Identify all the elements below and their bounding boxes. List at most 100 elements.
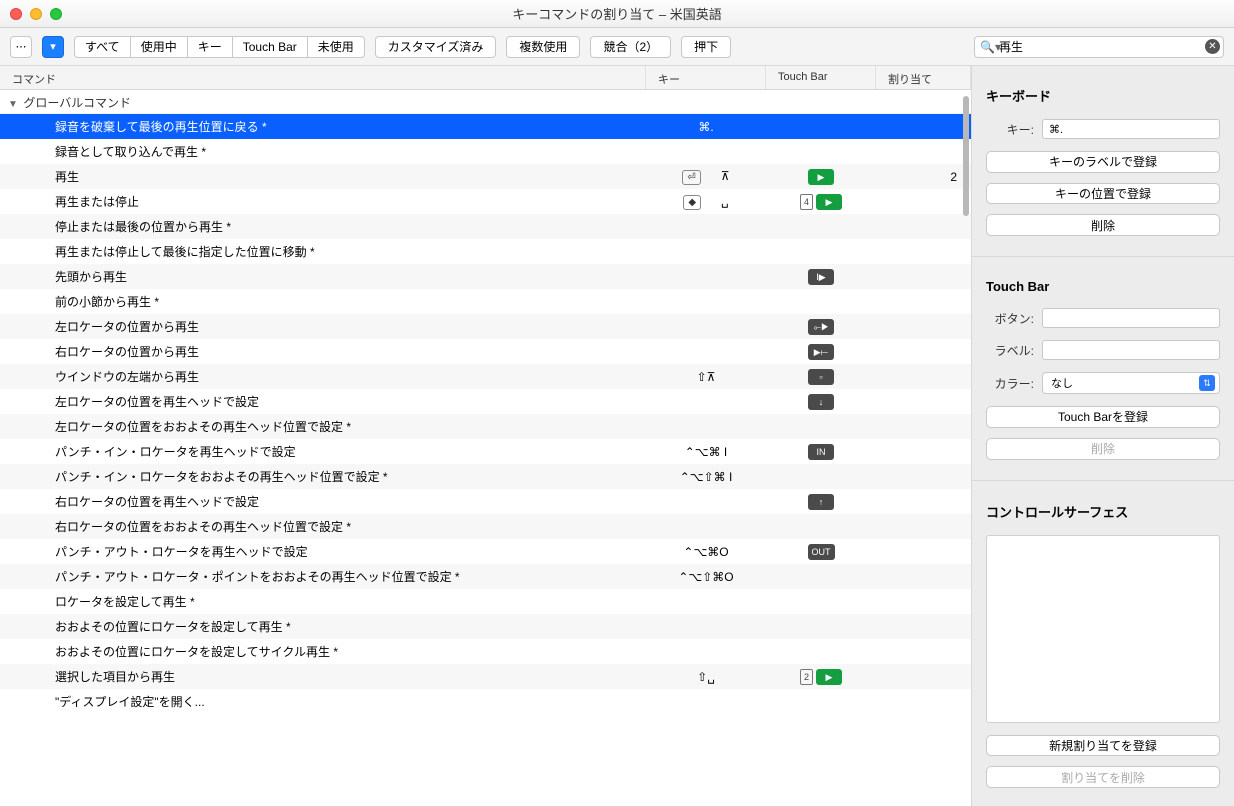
command-name: ウインドウの左端から再生	[0, 368, 646, 385]
table-row[interactable]: 左ロケータの位置から再生 ⟜▶	[0, 314, 971, 339]
touchbar-badge: ↑	[808, 494, 834, 510]
touchbar-section-title: Touch Bar	[986, 279, 1220, 294]
table-row[interactable]: ウインドウの左端から再生⇧⊼▫	[0, 364, 971, 389]
filter-conflicts[interactable]: 競合（2）	[590, 36, 671, 58]
delete-touchbar-button[interactable]: 削除	[986, 438, 1220, 460]
command-touchbar: ▶⟝	[766, 344, 876, 360]
search-icon: 🔍▾	[980, 40, 1001, 54]
command-name: 左ロケータの位置を再生ヘッドで設定	[0, 393, 646, 410]
inspector-panel: キーボード キー: キーのラベルで登録 キーの位置で登録 削除 Touch Ba…	[972, 66, 1234, 806]
filter-multiple[interactable]: 複数使用	[506, 36, 580, 58]
command-name: 右ロケータの位置を再生ヘッドで設定	[0, 493, 646, 510]
table-row[interactable]: "ディスプレイ設定"を開く...	[0, 689, 971, 714]
table-row[interactable]: 録音を破棄して最後の再生位置に戻る *⌘.	[0, 114, 971, 139]
table-row[interactable]: 先頭から再生I▶	[0, 264, 971, 289]
command-name: ロケータを設定して再生 *	[0, 593, 646, 610]
minimize-window-button[interactable]	[30, 8, 42, 20]
tb-button-label: ボタン:	[986, 310, 1034, 327]
table-row[interactable]: パンチ・イン・ロケータをおおよその再生ヘッド位置で設定 *⌃⌥⇧⌘ I	[0, 464, 971, 489]
command-name: 再生または停止	[0, 193, 646, 210]
tb-color-value: なし	[1051, 375, 1073, 391]
command-name: 選択した項目から再生	[0, 668, 646, 685]
view-mode-button[interactable]: ▾	[42, 36, 64, 58]
filter-segmented-control: すべて 使用中 キー Touch Bar 未使用	[74, 36, 365, 58]
table-row[interactable]: 右ロケータの位置をおおよその再生ヘッド位置で設定 *	[0, 514, 971, 539]
table-row[interactable]: 録音として取り込んで再生 *	[0, 139, 971, 164]
filter-key[interactable]: キー	[187, 36, 232, 58]
table-row[interactable]: ロケータを設定して再生 *	[0, 589, 971, 614]
tb-color-label: カラー:	[986, 375, 1034, 392]
close-window-button[interactable]	[10, 8, 22, 20]
touchbar-badge: ↓	[808, 394, 834, 410]
learn-by-position-button[interactable]: キーの位置で登録	[986, 183, 1220, 205]
filter-unused[interactable]: 未使用	[307, 36, 365, 58]
filter-customized[interactable]: カスタマイズ済み	[375, 36, 497, 58]
command-touchbar: ▶	[766, 169, 876, 185]
filter-pressed[interactable]: 押下	[681, 36, 731, 58]
filter-used[interactable]: 使用中	[130, 36, 187, 58]
delete-key-button[interactable]: 削除	[986, 214, 1220, 236]
key-field-input[interactable]	[1042, 119, 1220, 139]
command-name: パンチ・アウト・ロケータ・ポイントをおおよその再生ヘッド位置で設定 *	[0, 568, 646, 585]
table-row[interactable]: 前の小節から再生 *	[0, 289, 971, 314]
command-name: パンチ・イン・ロケータをおおよその再生ヘッド位置で設定 *	[0, 468, 646, 485]
command-touchbar: ⟜▶	[766, 319, 876, 335]
table-row[interactable]: 右ロケータの位置から再生▶⟝	[0, 339, 971, 364]
zoom-window-button[interactable]	[50, 8, 62, 20]
column-header-assign[interactable]: 割り当て	[876, 66, 971, 89]
filter-all[interactable]: すべて	[74, 36, 130, 58]
touchbar-prefix-badge: 2	[800, 669, 813, 685]
command-name: パンチ・イン・ロケータを再生ヘッドで設定	[0, 443, 646, 460]
delete-cs-button[interactable]: 割り当てを削除	[986, 766, 1220, 788]
command-key: ⌃⌥⌘O	[646, 545, 766, 559]
filter-touchbar[interactable]: Touch Bar	[232, 36, 307, 58]
table-row[interactable]: パンチ・アウト・ロケータ・ポイントをおおよその再生ヘッド位置で設定 *⌃⌥⇧⌘O	[0, 564, 971, 589]
table-row[interactable]: 右ロケータの位置を再生ヘッドで設定 ↑	[0, 489, 971, 514]
command-touchbar: IN	[766, 444, 876, 460]
table-row[interactable]: 再生または停止して最後に指定した位置に移動 *	[0, 239, 971, 264]
command-name: 録音を破棄して最後の再生位置に戻る *	[0, 118, 646, 135]
tb-button-input[interactable]	[1042, 308, 1220, 328]
key-field-label: キー:	[986, 121, 1034, 138]
table-row[interactable]: 停止または最後の位置から再生 *	[0, 214, 971, 239]
command-name: 左ロケータの位置から再生	[0, 318, 646, 335]
group-row[interactable]: ▼ グローバルコマンド	[0, 90, 971, 114]
learn-cs-button[interactable]: 新規割り当てを登録	[986, 735, 1220, 757]
tb-label-input[interactable]	[1042, 340, 1220, 360]
table-row[interactable]: 再生または停止◆␣4▶	[0, 189, 971, 214]
command-name: "ディスプレイ設定"を開く...	[0, 693, 646, 710]
learn-touchbar-button[interactable]: Touch Barを登録	[986, 406, 1220, 428]
search-input[interactable]	[974, 36, 1224, 58]
table-body[interactable]: ▼ グローバルコマンド 録音を破棄して最後の再生位置に戻る *⌘. 録音として取り…	[0, 90, 971, 806]
tb-color-select[interactable]: なし ⇅	[1042, 372, 1220, 394]
table-row[interactable]: 左ロケータの位置をおおよその再生ヘッド位置で設定 *	[0, 414, 971, 439]
column-header-key[interactable]: キー	[646, 66, 766, 89]
cs-section-title: コントロールサーフェス	[986, 502, 1220, 521]
command-name: 左ロケータの位置をおおよその再生ヘッド位置で設定 *	[0, 418, 646, 435]
touchbar-badge: IN	[808, 444, 834, 460]
table-row[interactable]: 左ロケータの位置を再生ヘッドで設定 ↓	[0, 389, 971, 414]
scrollbar-thumb[interactable]	[963, 96, 969, 216]
learn-by-label-button[interactable]: キーのラベルで登録	[986, 151, 1220, 173]
group-name: グローバルコマンド	[23, 96, 131, 110]
command-name: おおよその位置にロケータを設定してサイクル再生 *	[0, 643, 646, 660]
disclosure-triangle-icon[interactable]: ▼	[8, 99, 20, 110]
options-menu-button[interactable]: ⋯	[10, 36, 32, 58]
command-name: パンチ・アウト・ロケータを再生ヘッドで設定	[0, 543, 646, 560]
table-row[interactable]: おおよその位置にロケータを設定して再生 *	[0, 614, 971, 639]
table-row[interactable]: パンチ・イン・ロケータを再生ヘッドで設定⌃⌥⌘ IIN	[0, 439, 971, 464]
command-name: 録音として取り込んで再生 *	[0, 143, 646, 160]
table-row[interactable]: 選択した項目から再生⇧␣2▶	[0, 664, 971, 689]
column-header-touchbar[interactable]: Touch Bar	[766, 66, 876, 89]
table-row[interactable]: パンチ・アウト・ロケータを再生ヘッドで設定⌃⌥⌘OOUT	[0, 539, 971, 564]
search-clear-button[interactable]: ✕	[1205, 39, 1220, 54]
table-row[interactable]: おおよその位置にロケータを設定してサイクル再生 *	[0, 639, 971, 664]
column-header-command[interactable]: コマンド	[0, 66, 646, 89]
touchbar-badge: ▶	[816, 669, 842, 685]
search-field-wrap: 🔍▾ ✕	[974, 36, 1224, 58]
cs-list[interactable]	[986, 535, 1220, 722]
touchbar-badge: ▶	[816, 194, 842, 210]
touchbar-badge: ▶	[808, 169, 834, 185]
command-name: 停止または最後の位置から再生 *	[0, 218, 646, 235]
table-row[interactable]: 再生⏎⊼▶2	[0, 164, 971, 189]
